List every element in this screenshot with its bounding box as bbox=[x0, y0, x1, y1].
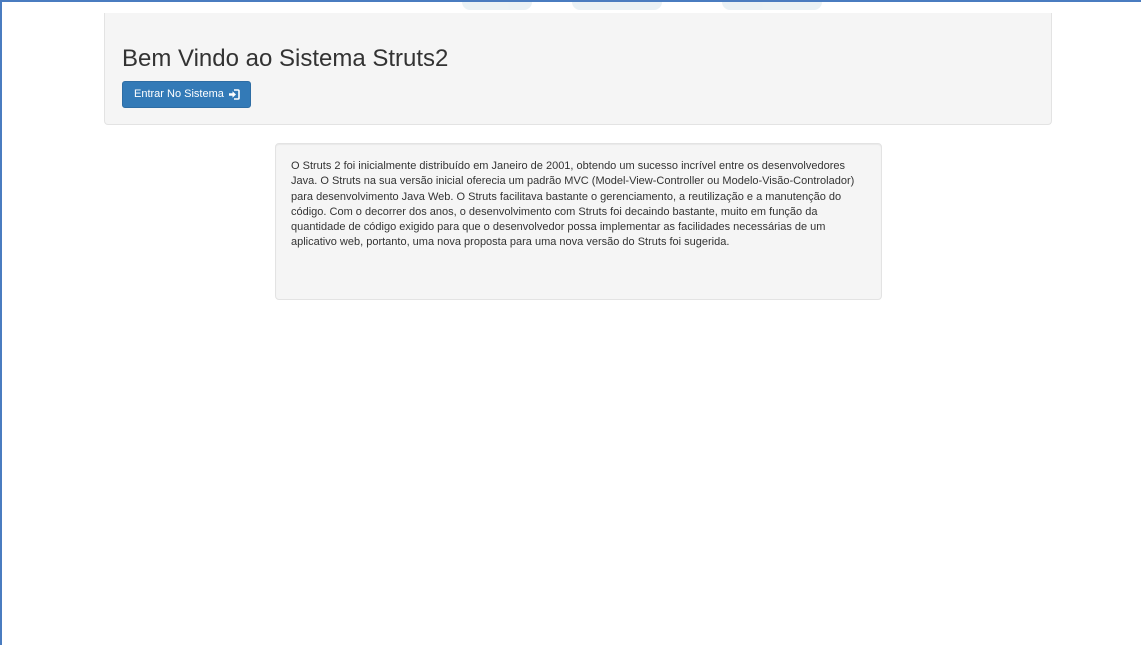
description-panel: O Struts 2 foi inicialmente distribuído … bbox=[275, 143, 882, 300]
page-title: Bem Vindo ao Sistema Struts2 bbox=[122, 45, 449, 72]
browser-viewport: Bem Vindo ao Sistema Struts2 Entrar No S… bbox=[0, 0, 1141, 645]
enter-system-button[interactable]: Entrar No Sistema bbox=[122, 81, 251, 108]
log-in-icon bbox=[228, 89, 240, 100]
description-text: O Struts 2 foi inicialmente distribuído … bbox=[291, 160, 855, 249]
background-watermark bbox=[462, 2, 822, 12]
welcome-jumbotron: Bem Vindo ao Sistema Struts2 Entrar No S… bbox=[104, 13, 1052, 125]
enter-system-button-label: Entrar No Sistema bbox=[134, 88, 224, 100]
